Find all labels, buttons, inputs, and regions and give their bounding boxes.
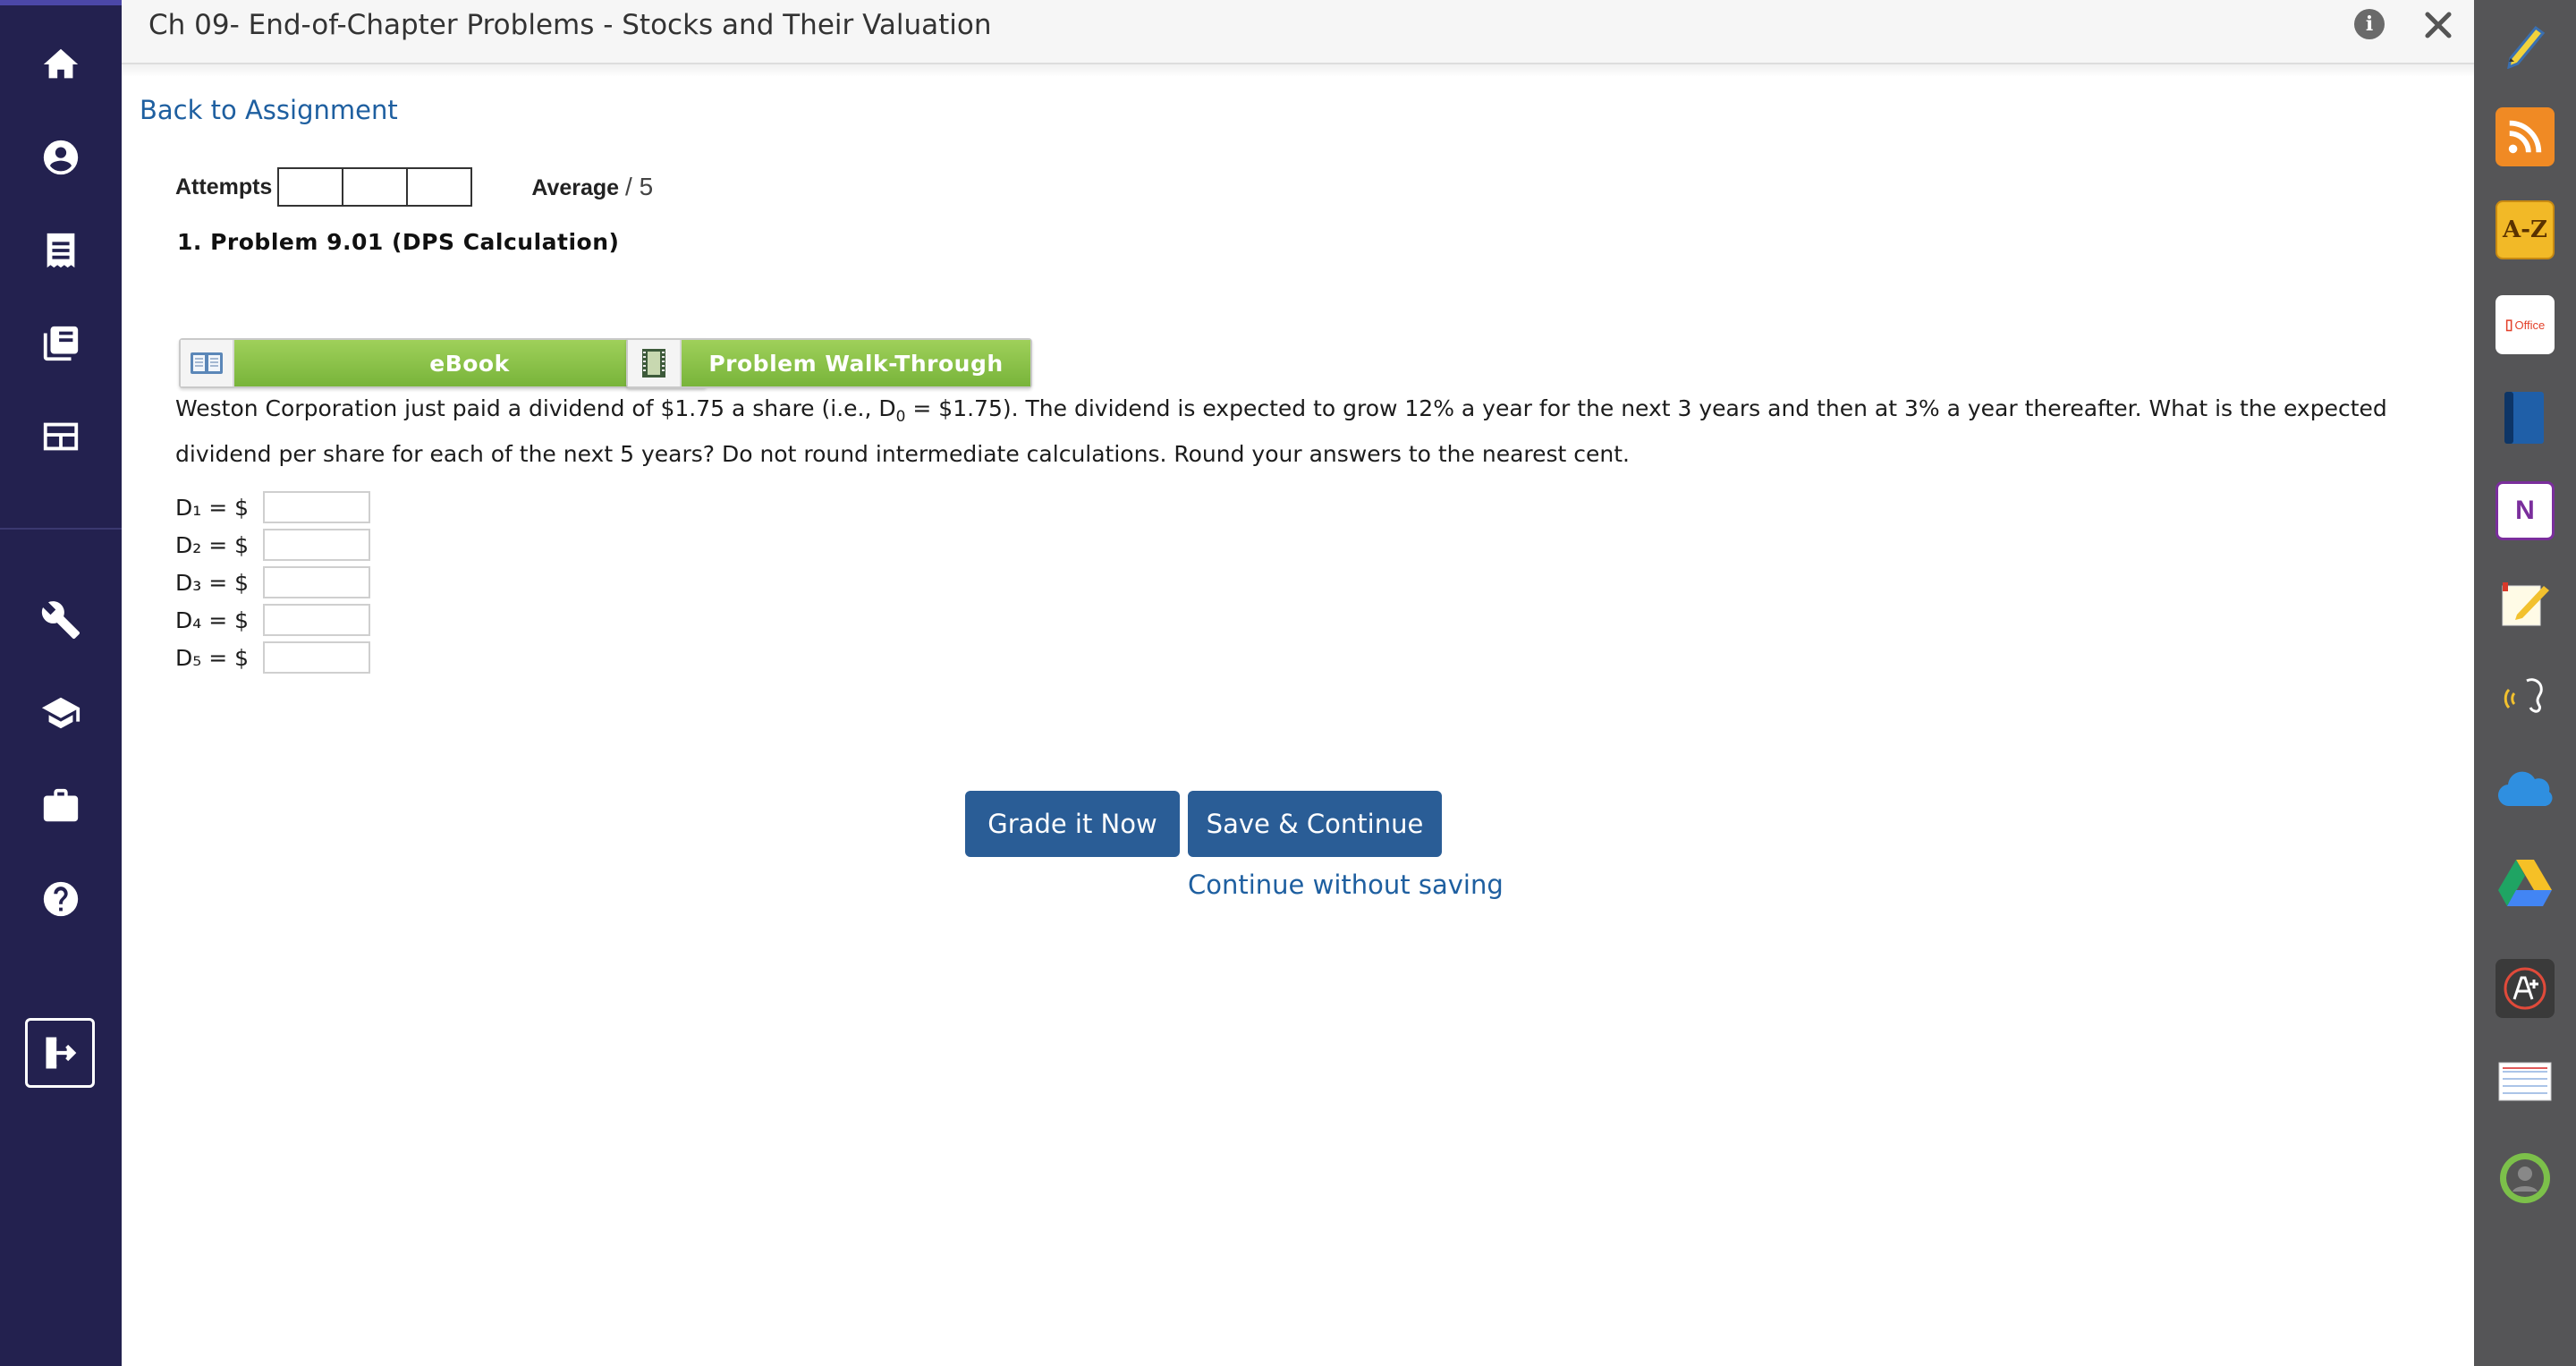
attempts-label: Attempts: [175, 174, 273, 199]
onenote-icon: N: [2515, 496, 2535, 525]
film-icon: [642, 349, 665, 378]
average-score: Average / 5: [531, 173, 653, 201]
dividend-input[interactable]: [263, 641, 370, 674]
nav-courses[interactable]: [0, 673, 122, 753]
nav-top-accent: [0, 0, 122, 5]
nav-help[interactable]: [0, 859, 122, 939]
main-content: Back to Assignment Attempts Average / 5 …: [122, 77, 2474, 1366]
page-title: Ch 09- End-of-Chapter Problems - Stocks …: [148, 9, 992, 41]
average-label: Average: [531, 175, 620, 200]
back-to-assignment-link[interactable]: Back to Assignment: [140, 95, 398, 125]
header-shadow: [122, 64, 2474, 77]
dividend-input[interactable]: [263, 491, 370, 523]
tool-glossary[interactable]: A-Z: [2496, 200, 2555, 259]
tool-read-aloud[interactable]: [2496, 667, 2555, 726]
prompt-text-part1: Weston Corporation just paid a dividend …: [175, 395, 896, 421]
answer-label: D₅ = $: [175, 644, 250, 671]
nav-divider: [0, 528, 122, 530]
briefcase-icon: [43, 788, 79, 822]
logout-button[interactable]: [25, 1018, 95, 1088]
tool-profile[interactable]: [2496, 1149, 2555, 1208]
nav-library[interactable]: [0, 303, 122, 384]
open-book-icon: [191, 352, 223, 374]
help-circle-icon: [43, 881, 79, 917]
walkthrough-label: Problem Walk-Through: [682, 340, 1030, 386]
problem-walkthrough-button[interactable]: Problem Walk-Through: [626, 338, 1032, 388]
tool-notebook[interactable]: [2496, 388, 2555, 447]
left-nav: [0, 0, 122, 1366]
average-value: / 5: [625, 173, 654, 200]
user-circle-icon: [43, 140, 79, 175]
answer-label: D₃ = $: [175, 569, 250, 596]
az-icon: A-Z: [2503, 216, 2547, 243]
office-icon: ▯ Office: [2504, 318, 2546, 333]
nav-career[interactable]: [0, 766, 122, 846]
tool-office[interactable]: ▯ Office: [2496, 295, 2555, 354]
answer-row: D₄ = $: [175, 601, 370, 639]
answer-row: D₅ = $: [175, 639, 370, 676]
attempt-box: [277, 167, 344, 207]
books-icon: [43, 326, 79, 361]
attempt-box: [342, 167, 409, 207]
close-icon: [2425, 12, 2452, 38]
save-and-continue-button[interactable]: Save & Continue: [1188, 791, 1442, 857]
attempt-box: [406, 167, 473, 207]
answer-fields: D₁ = $ D₂ = $ D₃ = $ D₄ = $ D₅ = $: [175, 488, 370, 676]
document-list-icon: [47, 233, 75, 268]
answer-row: D₁ = $: [175, 488, 370, 526]
attempts-row: Attempts Average / 5: [175, 166, 653, 208]
a-plus-icon: [2504, 967, 2546, 1010]
right-toolbar: A-Z ▯ Office N: [2474, 0, 2576, 1366]
continue-without-saving-link[interactable]: Continue without saving: [1188, 870, 1504, 900]
tool-onenote[interactable]: N: [2496, 481, 2555, 540]
tool-google-drive[interactable]: [2496, 853, 2555, 912]
tool-notes[interactable]: [2496, 574, 2555, 633]
tool-flashcards[interactable]: [2496, 1052, 2555, 1111]
tool-grades[interactable]: [2496, 959, 2555, 1018]
tool-highlighter[interactable]: [2496, 14, 2555, 73]
nav-assignments[interactable]: [0, 210, 122, 291]
rss-icon: [2508, 120, 2542, 154]
tool-onedrive[interactable]: [2496, 760, 2555, 819]
answer-row: D₂ = $: [175, 526, 370, 564]
window-header: Ch 09- End-of-Chapter Problems - Stocks …: [122, 0, 2474, 64]
problem-prompt: Weston Corporation just paid a dividend …: [175, 390, 2465, 473]
ebook-icon-wrap: [181, 340, 234, 386]
close-button[interactable]: [2419, 5, 2458, 45]
speaking-head-icon: [2504, 678, 2543, 713]
problem-title: 1. Problem 9.01 (DPS Calculation): [177, 229, 620, 255]
sign-out-icon: [46, 1037, 77, 1069]
nav-gradebook[interactable]: [0, 396, 122, 477]
dividend-input[interactable]: [263, 604, 370, 636]
grade-it-now-button[interactable]: Grade it Now: [965, 791, 1180, 857]
notebook-icon: [2504, 392, 2544, 444]
answer-row: D₃ = $: [175, 564, 370, 601]
nav-account[interactable]: [0, 117, 122, 198]
dividend-input[interactable]: [263, 566, 370, 598]
card-layout-icon: [43, 422, 79, 451]
google-drive-icon: [2498, 860, 2552, 906]
nav-tools[interactable]: [0, 580, 122, 660]
answer-label: D₁ = $: [175, 494, 250, 521]
dividend-input[interactable]: [263, 529, 370, 561]
wrench-icon: [41, 601, 80, 640]
notepad-pencil-icon: [2502, 582, 2549, 626]
cloud-icon: [2497, 771, 2553, 807]
prompt-subscript: 0: [895, 408, 906, 426]
answer-label: D₄ = $: [175, 607, 250, 633]
info-icon[interactable]: i: [2354, 9, 2385, 39]
walkthrough-icon-wrap: [628, 340, 682, 386]
graduation-cap-icon: [41, 697, 80, 729]
tool-rss-feed[interactable]: [2496, 107, 2555, 166]
home-icon: [43, 48, 79, 79]
nav-home[interactable]: [0, 24, 122, 105]
avatar-icon: [2500, 1153, 2550, 1203]
index-card-icon: [2498, 1062, 2552, 1101]
pencil-icon: [2507, 25, 2546, 69]
office-label: Office: [2514, 318, 2546, 332]
answer-label: D₂ = $: [175, 531, 250, 558]
